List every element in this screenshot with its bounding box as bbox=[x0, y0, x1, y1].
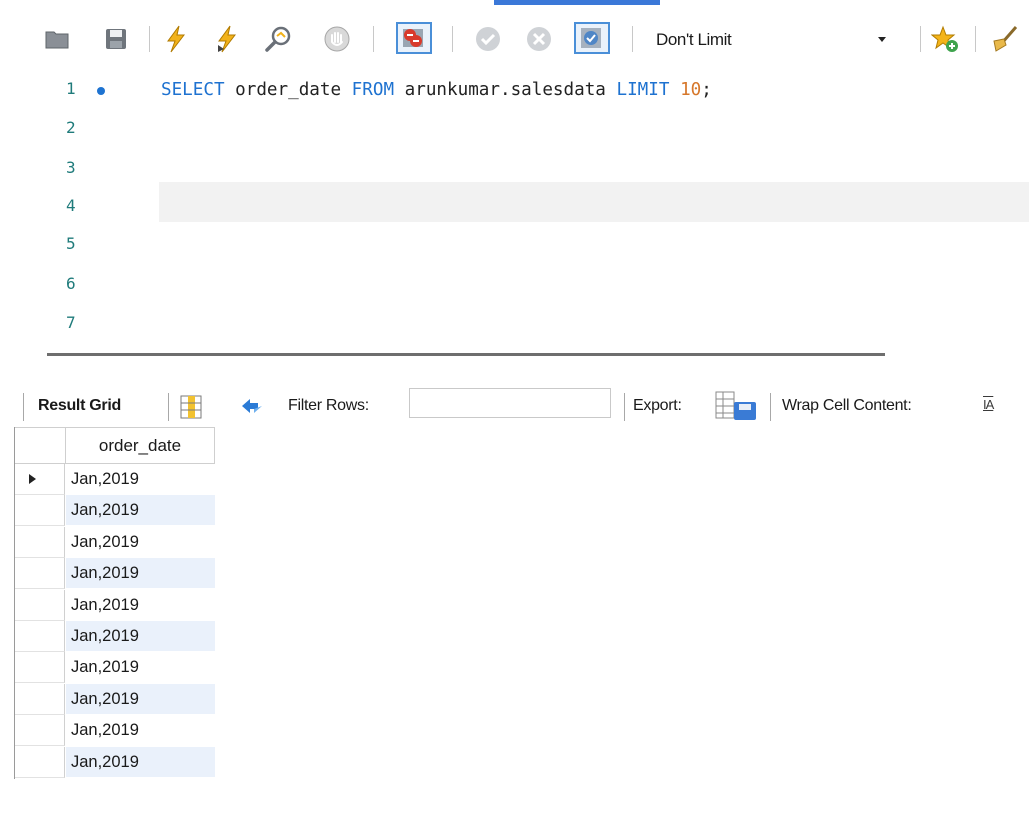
grid-header: order_date bbox=[15, 427, 215, 464]
export-label: Export: bbox=[633, 397, 682, 414]
row-limit-select[interactable]: Don't Limit bbox=[648, 25, 906, 55]
toolbar-separator bbox=[23, 393, 24, 421]
table-row[interactable]: Jan,2019 bbox=[15, 746, 215, 778]
toolbar-separator bbox=[624, 393, 625, 421]
table-row[interactable]: Jan,2019 bbox=[15, 621, 215, 652]
sql-number: 10 bbox=[680, 80, 702, 100]
table-row[interactable]: Jan,2019 bbox=[15, 526, 215, 558]
toolbar-separator bbox=[632, 26, 633, 52]
result-grid-tab[interactable]: Result Grid bbox=[38, 397, 121, 415]
row-selector[interactable] bbox=[15, 683, 65, 715]
chevron-down-icon[interactable] bbox=[878, 37, 886, 42]
sql-query-line[interactable]: SELECT order_date FROM arunkumar.salesda… bbox=[161, 80, 712, 100]
toolbar-separator bbox=[920, 26, 921, 52]
row-selector[interactable] bbox=[15, 715, 65, 747]
table-row[interactable]: Jan,2019 bbox=[15, 715, 215, 747]
panel-splitter[interactable] bbox=[47, 353, 885, 356]
row-selector[interactable] bbox=[15, 464, 65, 495]
explain-icon[interactable] bbox=[264, 24, 294, 54]
toolbar-separator bbox=[452, 26, 453, 52]
sql-identifier: arunkumar.salesdata bbox=[394, 80, 617, 100]
toolbar-separator bbox=[149, 26, 150, 52]
execute-icon[interactable] bbox=[161, 24, 191, 54]
rollback-icon[interactable] bbox=[524, 24, 554, 54]
statement-marker-icon bbox=[97, 87, 105, 95]
sql-space bbox=[669, 80, 680, 100]
table-row[interactable]: Jan,2019 bbox=[15, 652, 215, 684]
toolbar-separator bbox=[373, 26, 374, 52]
table-row[interactable]: Jan,2019 bbox=[15, 558, 215, 590]
open-folder-icon[interactable] bbox=[42, 24, 72, 54]
table-row[interactable]: Jan,2019 bbox=[15, 495, 215, 527]
toolbar-separator bbox=[975, 26, 976, 52]
table-row[interactable]: Jan,2019 bbox=[15, 683, 215, 715]
sql-keyword: SELECT bbox=[161, 80, 225, 100]
toggle-error-stop-icon[interactable] bbox=[396, 22, 432, 54]
export-icon[interactable] bbox=[714, 390, 760, 422]
row-limit-value: Don't Limit bbox=[656, 30, 732, 49]
sql-terminator: ; bbox=[701, 80, 712, 100]
table-cell-order-date[interactable]: Jan,2019 bbox=[66, 527, 215, 558]
row-selector[interactable] bbox=[15, 495, 65, 527]
beautify-icon[interactable] bbox=[990, 24, 1020, 54]
column-header-order-date[interactable]: order_date bbox=[66, 427, 215, 464]
toolbar-separator bbox=[168, 393, 169, 421]
stop-icon[interactable] bbox=[322, 24, 352, 54]
toolbar-separator bbox=[770, 393, 771, 421]
save-icon[interactable] bbox=[101, 24, 131, 54]
line-number: 3 bbox=[66, 158, 76, 177]
row-selector[interactable] bbox=[15, 589, 65, 621]
table-cell-order-date[interactable]: Jan,2019 bbox=[66, 464, 215, 495]
add-snippet-icon[interactable] bbox=[930, 24, 960, 54]
table-row[interactable]: Jan,2019 bbox=[15, 589, 215, 621]
current-row-arrow-icon bbox=[29, 474, 36, 484]
line-number: 2 bbox=[66, 118, 76, 137]
filter-rows-label: Filter Rows: bbox=[288, 397, 369, 414]
table-cell-order-date[interactable]: Jan,2019 bbox=[66, 621, 215, 652]
table-cell-order-date[interactable]: Jan,2019 bbox=[66, 558, 215, 590]
row-selector[interactable] bbox=[15, 652, 65, 684]
table-cell-order-date[interactable]: Jan,2019 bbox=[66, 590, 215, 621]
row-selector[interactable] bbox=[15, 621, 65, 652]
active-tab-indicator bbox=[494, 0, 660, 5]
grid-view-icon[interactable] bbox=[178, 394, 208, 420]
table-cell-order-date[interactable]: Jan,2019 bbox=[66, 746, 215, 778]
execute-current-icon[interactable] bbox=[212, 24, 242, 54]
autocommit-toggle-icon[interactable] bbox=[574, 22, 610, 54]
line-number-gutter: 1 2 3 4 5 6 7 bbox=[0, 62, 158, 347]
table-cell-order-date[interactable]: Jan,2019 bbox=[66, 495, 215, 527]
line-number: 5 bbox=[66, 234, 76, 253]
current-line-highlight bbox=[159, 182, 1029, 222]
result-grid[interactable]: order_date Jan,2019 Jan,2019 Jan,2019 Jan,2… bbox=[14, 427, 216, 779]
wrap-cell-content-label: Wrap Cell Content: bbox=[782, 397, 912, 414]
sql-keyword: FROM bbox=[351, 80, 395, 100]
row-selector[interactable] bbox=[15, 526, 65, 558]
table-cell-order-date[interactable]: Jan,2019 bbox=[66, 683, 215, 715]
line-number: 6 bbox=[66, 274, 76, 293]
commit-icon[interactable] bbox=[473, 24, 503, 54]
line-number: 4 bbox=[66, 196, 76, 215]
line-number: 7 bbox=[66, 313, 76, 332]
table-cell-order-date[interactable]: Jan,2019 bbox=[66, 715, 215, 747]
sql-editor[interactable]: 1 2 3 4 5 6 7 SELECT order_date FROM aru… bbox=[0, 62, 1029, 347]
row-selector-header[interactable] bbox=[15, 427, 66, 464]
sql-identifier: order_date bbox=[224, 80, 352, 100]
refresh-icon[interactable] bbox=[238, 394, 266, 418]
sql-editor-toolbar: Don't Limit bbox=[0, 0, 1029, 62]
filter-rows-input[interactable] bbox=[409, 388, 611, 418]
sql-keyword: LIMIT bbox=[616, 80, 670, 100]
row-selector[interactable] bbox=[15, 558, 65, 590]
table-cell-order-date[interactable]: Jan,2019 bbox=[66, 652, 215, 684]
line-number: 1 bbox=[66, 79, 76, 98]
row-selector[interactable] bbox=[15, 746, 65, 778]
table-row[interactable]: Jan,2019 bbox=[15, 464, 215, 495]
wrap-cell-content-icon[interactable]: IA bbox=[983, 397, 994, 412]
